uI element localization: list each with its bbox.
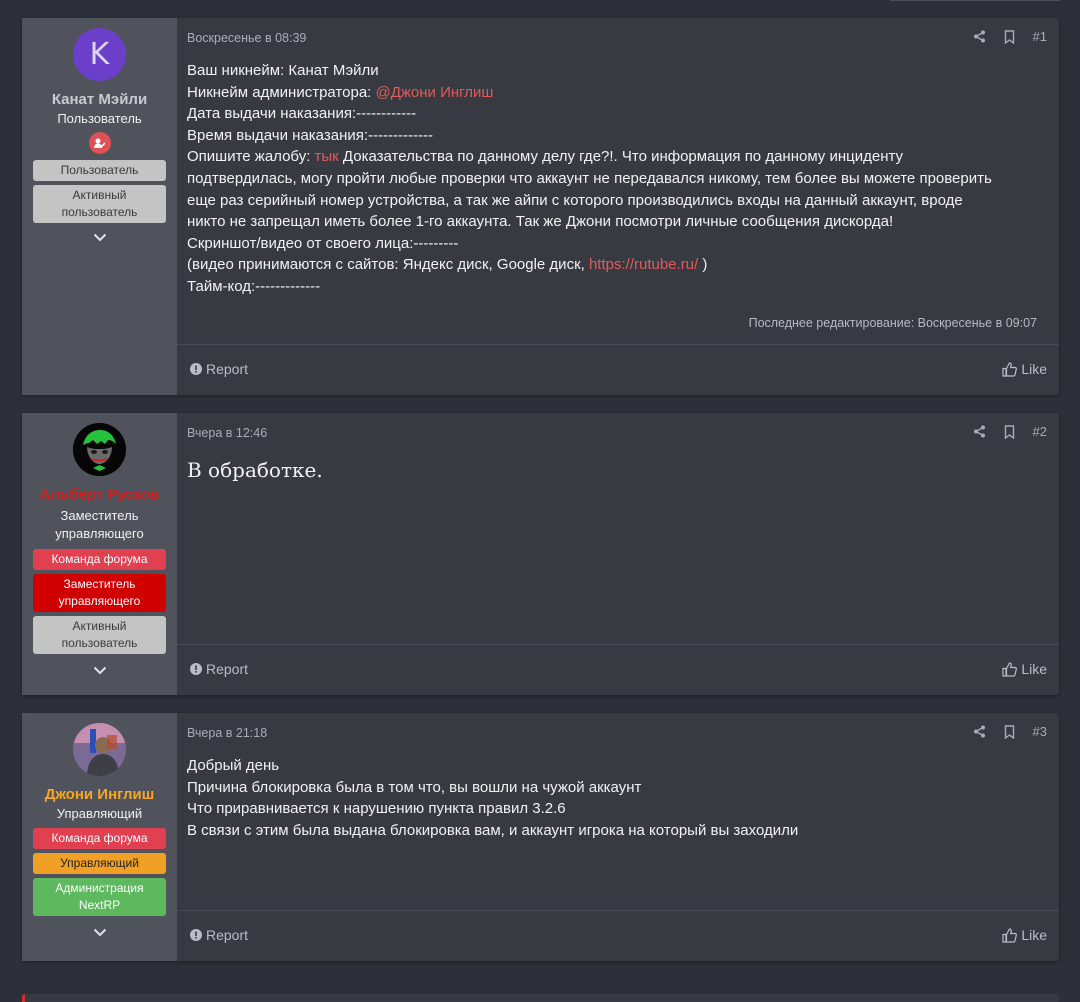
username[interactable]: Джони Инглиш xyxy=(45,786,155,803)
post-actions: #3 xyxy=(973,724,1047,739)
report-button[interactable]: Report xyxy=(190,927,248,943)
post-actions: #2 xyxy=(973,424,1047,439)
report-label: Report xyxy=(206,661,249,677)
content-line: Время выдачи наказания:------------- xyxy=(187,126,433,144)
like-button[interactable]: Like xyxy=(1002,361,1047,377)
username[interactable]: Альберт Русков xyxy=(40,486,160,503)
content-line: Тайм-код:------------- xyxy=(187,277,321,295)
post-body: Вчера в 21:18 #3 Добрый день Причина бло… xyxy=(177,713,1059,961)
chevron-down-icon[interactable] xyxy=(92,666,108,682)
content-line: Дата выдачи наказания:------------ xyxy=(187,105,417,123)
post-body: Вчера в 12:46 #2 В обработке. Report Lik… xyxy=(177,413,1059,695)
post-actions: #1 xyxy=(973,29,1047,44)
previous-element-edge xyxy=(890,0,1060,1)
info-icon xyxy=(190,929,202,941)
post-body: Воскресенье в 08:39 #1 Ваш никнейм: Кана… xyxy=(177,18,1059,395)
info-icon xyxy=(190,363,202,375)
user-banner: Управляющий xyxy=(33,853,166,874)
user-banner: Активный пользователь xyxy=(33,185,166,223)
content-line: В обработке. xyxy=(187,458,323,482)
post-number[interactable]: #2 xyxy=(1033,424,1047,439)
username[interactable]: Канат Мэйли xyxy=(52,91,147,108)
content-text: Доказательства по данному делу где?!. Чт… xyxy=(338,148,904,166)
mention-link[interactable]: @Джони Инглиш xyxy=(376,84,494,101)
avatar[interactable] xyxy=(73,423,126,476)
like-button[interactable]: Like xyxy=(1002,661,1047,677)
post-content: Добрый день Причина блокировка была в то… xyxy=(187,755,1039,841)
post-2: Альберт Русков Заместитель управляющего … xyxy=(22,413,1059,695)
content-text: (видео принимаются с сайтов: Яндекс диск… xyxy=(187,256,589,274)
user-badge-icon xyxy=(88,132,111,154)
content-line: Причина блокировка была в том что, вы во… xyxy=(187,778,642,796)
user-panel: Альберт Русков Заместитель управляющего … xyxy=(22,413,177,695)
content-line: Опишите жалобу: тык Доказательства по да… xyxy=(187,146,1039,168)
next-post-edge xyxy=(22,994,1059,1002)
post-number[interactable]: #3 xyxy=(1033,724,1047,739)
like-button[interactable]: Like xyxy=(1002,927,1047,943)
post-content: В обработке. xyxy=(187,455,1039,483)
report-label: Report xyxy=(206,927,249,943)
user-banner: Команда форума xyxy=(33,549,166,570)
post-date[interactable]: Вчера в 12:46 xyxy=(187,426,267,440)
bookmark-icon[interactable] xyxy=(1004,29,1015,44)
post-footer: Report Like xyxy=(177,910,1059,961)
rutube-link[interactable]: https://rutube.ru/ xyxy=(589,256,698,273)
content-text: Опишите жалобу: xyxy=(187,148,315,166)
content-line: В связи с этим была выдана блокировка ва… xyxy=(187,821,799,839)
like-label: Like xyxy=(1021,927,1047,943)
share-icon[interactable] xyxy=(973,425,986,438)
user-banner: Пользователь xyxy=(33,160,166,181)
content-line: Что приравнивается к нарушению пункта пр… xyxy=(187,800,566,818)
post-1: K Канат Мэйли Пользователь Пользователь … xyxy=(22,18,1059,395)
bookmark-icon[interactable] xyxy=(1004,724,1015,739)
content-text: Никнейм администратора: xyxy=(187,83,376,101)
like-label: Like xyxy=(1021,661,1047,677)
user-banner: Заместитель управляющего xyxy=(33,574,166,612)
avatar[interactable]: K xyxy=(73,28,126,81)
post-date[interactable]: Воскресенье в 08:39 xyxy=(187,31,306,45)
chevron-down-icon[interactable] xyxy=(92,928,108,944)
content-line: Ваш никнейм: Канат Мэйли xyxy=(187,62,379,79)
post-footer: Report Like xyxy=(177,344,1059,395)
content-line: подтвердилась, могу пройти любые проверк… xyxy=(187,169,992,187)
content-text: ) xyxy=(698,256,708,274)
user-banner: Команда форума xyxy=(33,828,166,849)
thumbs-up-icon xyxy=(1002,927,1018,943)
content-line: никто не запрещал иметь более 1-го аккау… xyxy=(187,213,894,231)
user-title: Управляющий xyxy=(56,806,143,821)
content-line: еще раз серийный номер устройства, а так… xyxy=(187,191,963,209)
content-line: (видео принимаются с сайтов: Яндекс диск… xyxy=(187,254,1039,276)
user-title: Заместитель управляющего xyxy=(55,508,144,541)
evidence-link[interactable]: тык xyxy=(315,148,339,165)
thumbs-up-icon xyxy=(1002,661,1018,677)
report-label: Report xyxy=(206,361,249,377)
post-footer: Report Like xyxy=(177,644,1059,695)
user-title: Пользователь xyxy=(57,111,142,126)
info-icon xyxy=(190,663,202,675)
report-button[interactable]: Report xyxy=(190,661,248,677)
thumbs-up-icon xyxy=(1002,361,1018,377)
share-icon[interactable] xyxy=(973,30,986,43)
user-banner: Активный пользователь xyxy=(33,616,166,654)
like-label: Like xyxy=(1021,361,1047,377)
post-content: Ваш никнейм: Канат Мэйли Никнейм админис… xyxy=(187,60,1039,298)
post-number[interactable]: #1 xyxy=(1033,29,1047,44)
chevron-down-icon[interactable] xyxy=(92,233,108,249)
post-date[interactable]: Вчера в 21:18 xyxy=(187,726,267,740)
user-panel: Джони Инглиш Управляющий Команда форума … xyxy=(22,713,177,961)
user-panel: K Канат Мэйли Пользователь Пользователь … xyxy=(22,18,177,395)
user-banner: Администрация NextRP xyxy=(33,878,166,916)
post-3: Джони Инглиш Управляющий Команда форума … xyxy=(22,713,1059,961)
last-edit-note: Последнее редактирование: Воскресенье в … xyxy=(748,316,1037,330)
content-line: Скриншот/видео от своего лица:--------- xyxy=(187,234,459,252)
report-button[interactable]: Report xyxy=(190,361,248,377)
bookmark-icon[interactable] xyxy=(1004,424,1015,439)
share-icon[interactable] xyxy=(973,725,986,738)
content-line: Добрый день xyxy=(187,757,280,774)
avatar[interactable] xyxy=(73,723,126,776)
content-line: Никнейм администратора: @Джони Инглиш xyxy=(187,82,1039,104)
